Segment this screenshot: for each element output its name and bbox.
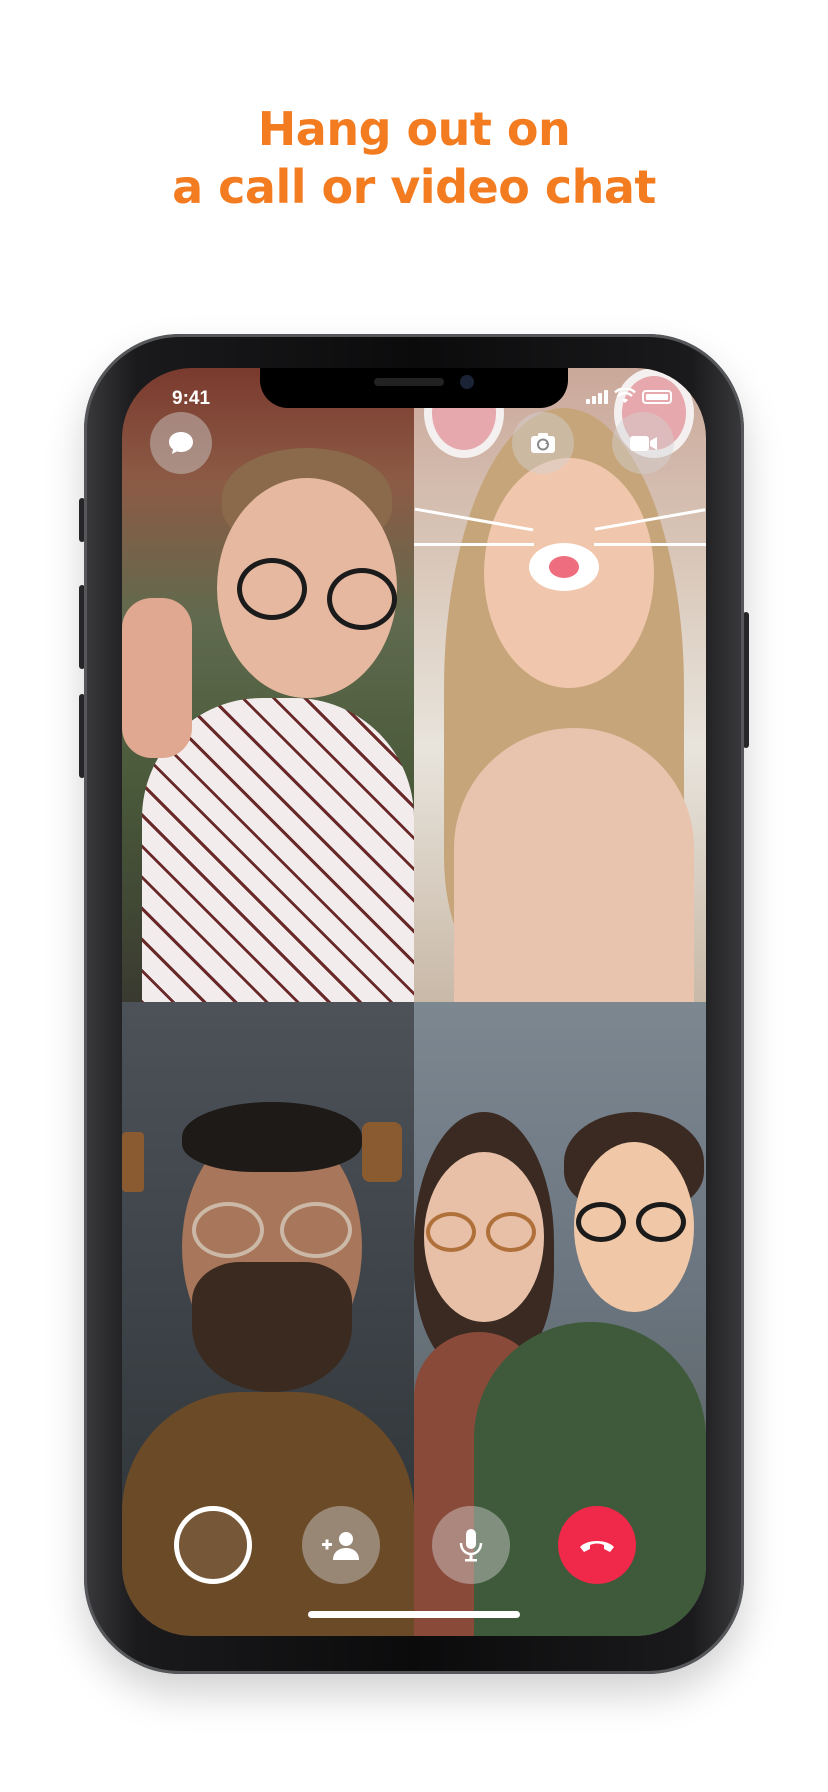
signal-icon [586,388,608,404]
end-call-icon [580,1541,614,1552]
video-toggle-button[interactable] [612,412,674,474]
participant-hair [182,1102,362,1172]
add-person-button[interactable] [302,1506,380,1584]
add-person-icon [322,1532,359,1560]
whisker-filter [414,543,534,546]
participant-beard [192,1262,352,1392]
waving-hand [122,598,192,758]
wall-lamp [362,1122,402,1182]
glasses-lens-right [636,1202,686,1242]
glasses-lens-left [192,1202,264,1258]
glasses-lens-right [486,1212,536,1252]
chat-button[interactable] [150,412,212,474]
status-icons [586,388,672,404]
whisker-filter [594,543,706,546]
microphone-button[interactable] [432,1506,510,1584]
front-camera [460,375,474,389]
flip-camera-button[interactable] [512,412,574,474]
capture-button[interactable] [174,1506,252,1584]
wifi-icon [614,388,636,403]
glasses-lens-left [237,558,307,620]
headline-line-2: a call or video chat [172,160,656,214]
chat-bubble-icon [169,432,193,454]
earpiece-speaker [374,378,444,386]
flip-camera-icon [531,433,555,453]
bunny-nose-tip [549,556,579,578]
wall-lamp [122,1132,144,1192]
glasses-lens-right [327,568,397,630]
headline: Hang out on a call or video chat [0,100,828,216]
glasses-lens-right [280,1202,352,1258]
battery-icon [642,390,672,404]
glasses-lens-left [426,1212,476,1252]
glasses-lens-left [576,1202,626,1242]
end-call-button[interactable] [558,1506,636,1584]
home-indicator[interactable] [308,1611,520,1618]
headline-line-1: Hang out on [257,102,571,156]
status-time: 9:41 [172,388,211,409]
participant-jacket [474,1322,706,1636]
video-camera-icon [630,436,657,451]
participant-body [454,728,694,1002]
notch [260,368,568,408]
call-controls [122,1506,706,1586]
phone-screen: 9:41 [122,368,706,1636]
microphone-icon [459,1529,483,1562]
